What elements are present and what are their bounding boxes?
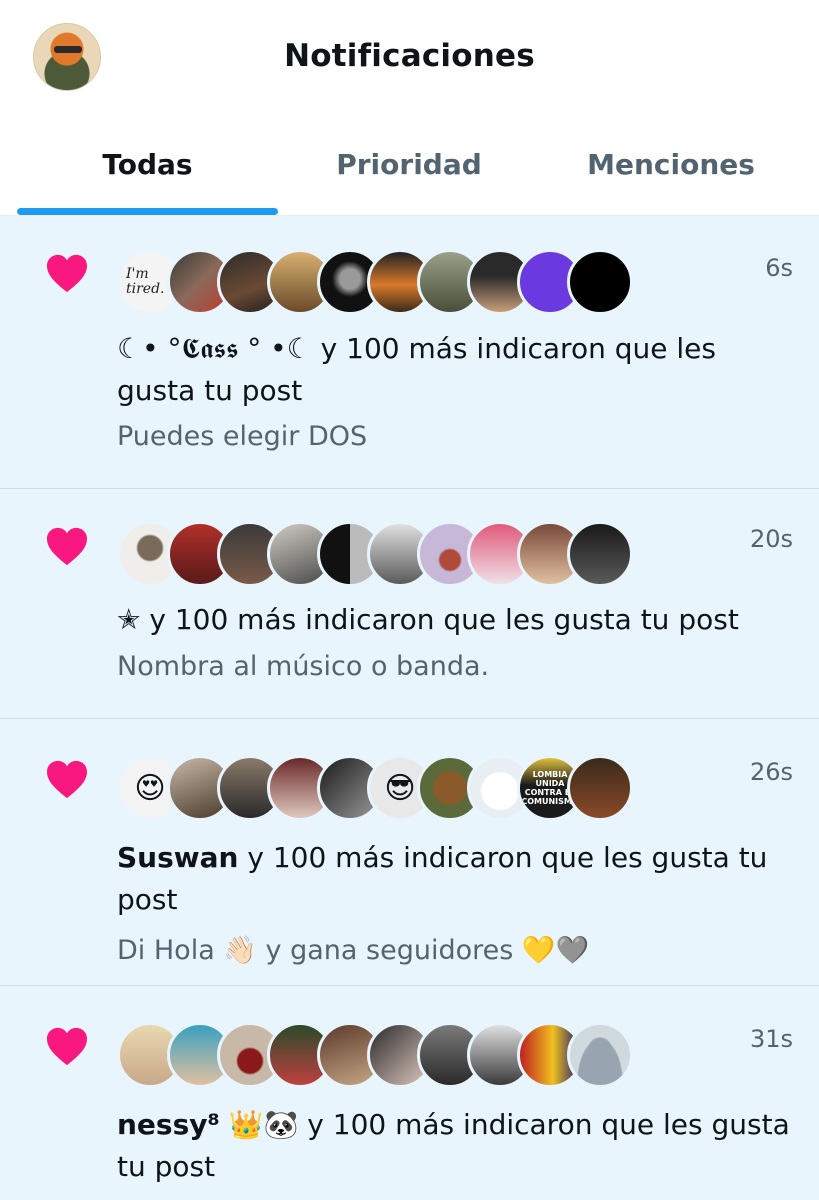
tab-bar: Todas Prioridad Menciones <box>0 118 819 216</box>
avatar[interactable] <box>567 521 633 587</box>
tab-menciones[interactable]: Menciones <box>540 148 802 181</box>
notification-text: ✭ y 100 más indicaron que les gusta tu p… <box>117 599 797 641</box>
default-avatar[interactable] <box>567 1022 633 1088</box>
heart-icon <box>47 1027 87 1066</box>
liker-avatars[interactable] <box>117 1022 633 1088</box>
timestamp: 20s <box>749 525 793 553</box>
liker-name[interactable]: ☾• °𝕮𝖆𝖘𝖘 ° •☾ <box>117 332 312 365</box>
post-preview: Di Hola 👋🏻 y gana seguidores 💛🩶 <box>117 935 590 966</box>
avatar[interactable] <box>567 755 633 821</box>
liker-name[interactable]: ✭ <box>117 603 140 636</box>
liker-avatars[interactable]: I'm tired. <box>117 249 633 315</box>
post-preview: Puedes elegir DOS <box>117 421 368 452</box>
notification-item[interactable]: 20s ✭ y 100 más indicaron que les gusta … <box>0 489 819 719</box>
notification-item[interactable]: I'm tired. 6s ☾• °𝕮𝖆𝖘𝖘 ° •☾ y 100 más in… <box>0 216 819 489</box>
active-tab-indicator <box>17 208 278 215</box>
top-bar: Notificaciones <box>0 0 819 118</box>
liker-name[interactable]: nessy⁸ <box>117 1108 220 1141</box>
notification-text: Suswan y 100 más indicaron que les gusta… <box>117 837 797 921</box>
heart-icon <box>47 527 87 566</box>
liker-name[interactable]: Suswan <box>117 841 238 874</box>
page-title: Notificaciones <box>284 38 535 74</box>
timestamp: 31s <box>749 1025 793 1053</box>
notification-text: ☾• °𝕮𝖆𝖘𝖘 ° •☾ y 100 más indicaron que le… <box>117 328 797 412</box>
heart-icon <box>47 254 87 293</box>
notification-text: nessy⁸ 👑🐼 y 100 más indicaron que les gu… <box>117 1104 797 1188</box>
notification-feed[interactable]: I'm tired. 6s ☾• °𝕮𝖆𝖘𝖘 ° •☾ y 100 más in… <box>0 216 819 1200</box>
notification-action: y 100 más indicaron que les gusta tu pos… <box>140 603 739 636</box>
liker-avatars[interactable] <box>117 521 633 587</box>
post-preview: Nombra al músico o banda. <box>117 651 490 682</box>
avatar[interactable] <box>567 249 633 315</box>
heart-icon <box>47 760 87 799</box>
tab-prioridad[interactable]: Prioridad <box>278 148 540 181</box>
notification-item[interactable]: 31s nessy⁸ 👑🐼 y 100 más indicaron que le… <box>0 986 819 1200</box>
timestamp: 26s <box>749 758 793 786</box>
timestamp: 6s <box>765 254 793 282</box>
tab-todas[interactable]: Todas <box>17 148 278 181</box>
notification-item[interactable]: 😍 😎 LOMBIA UNIDA CONTRA EL COMUNISMO 26s… <box>0 719 819 986</box>
liker-avatars[interactable]: 😍 😎 LOMBIA UNIDA CONTRA EL COMUNISMO <box>117 755 633 821</box>
